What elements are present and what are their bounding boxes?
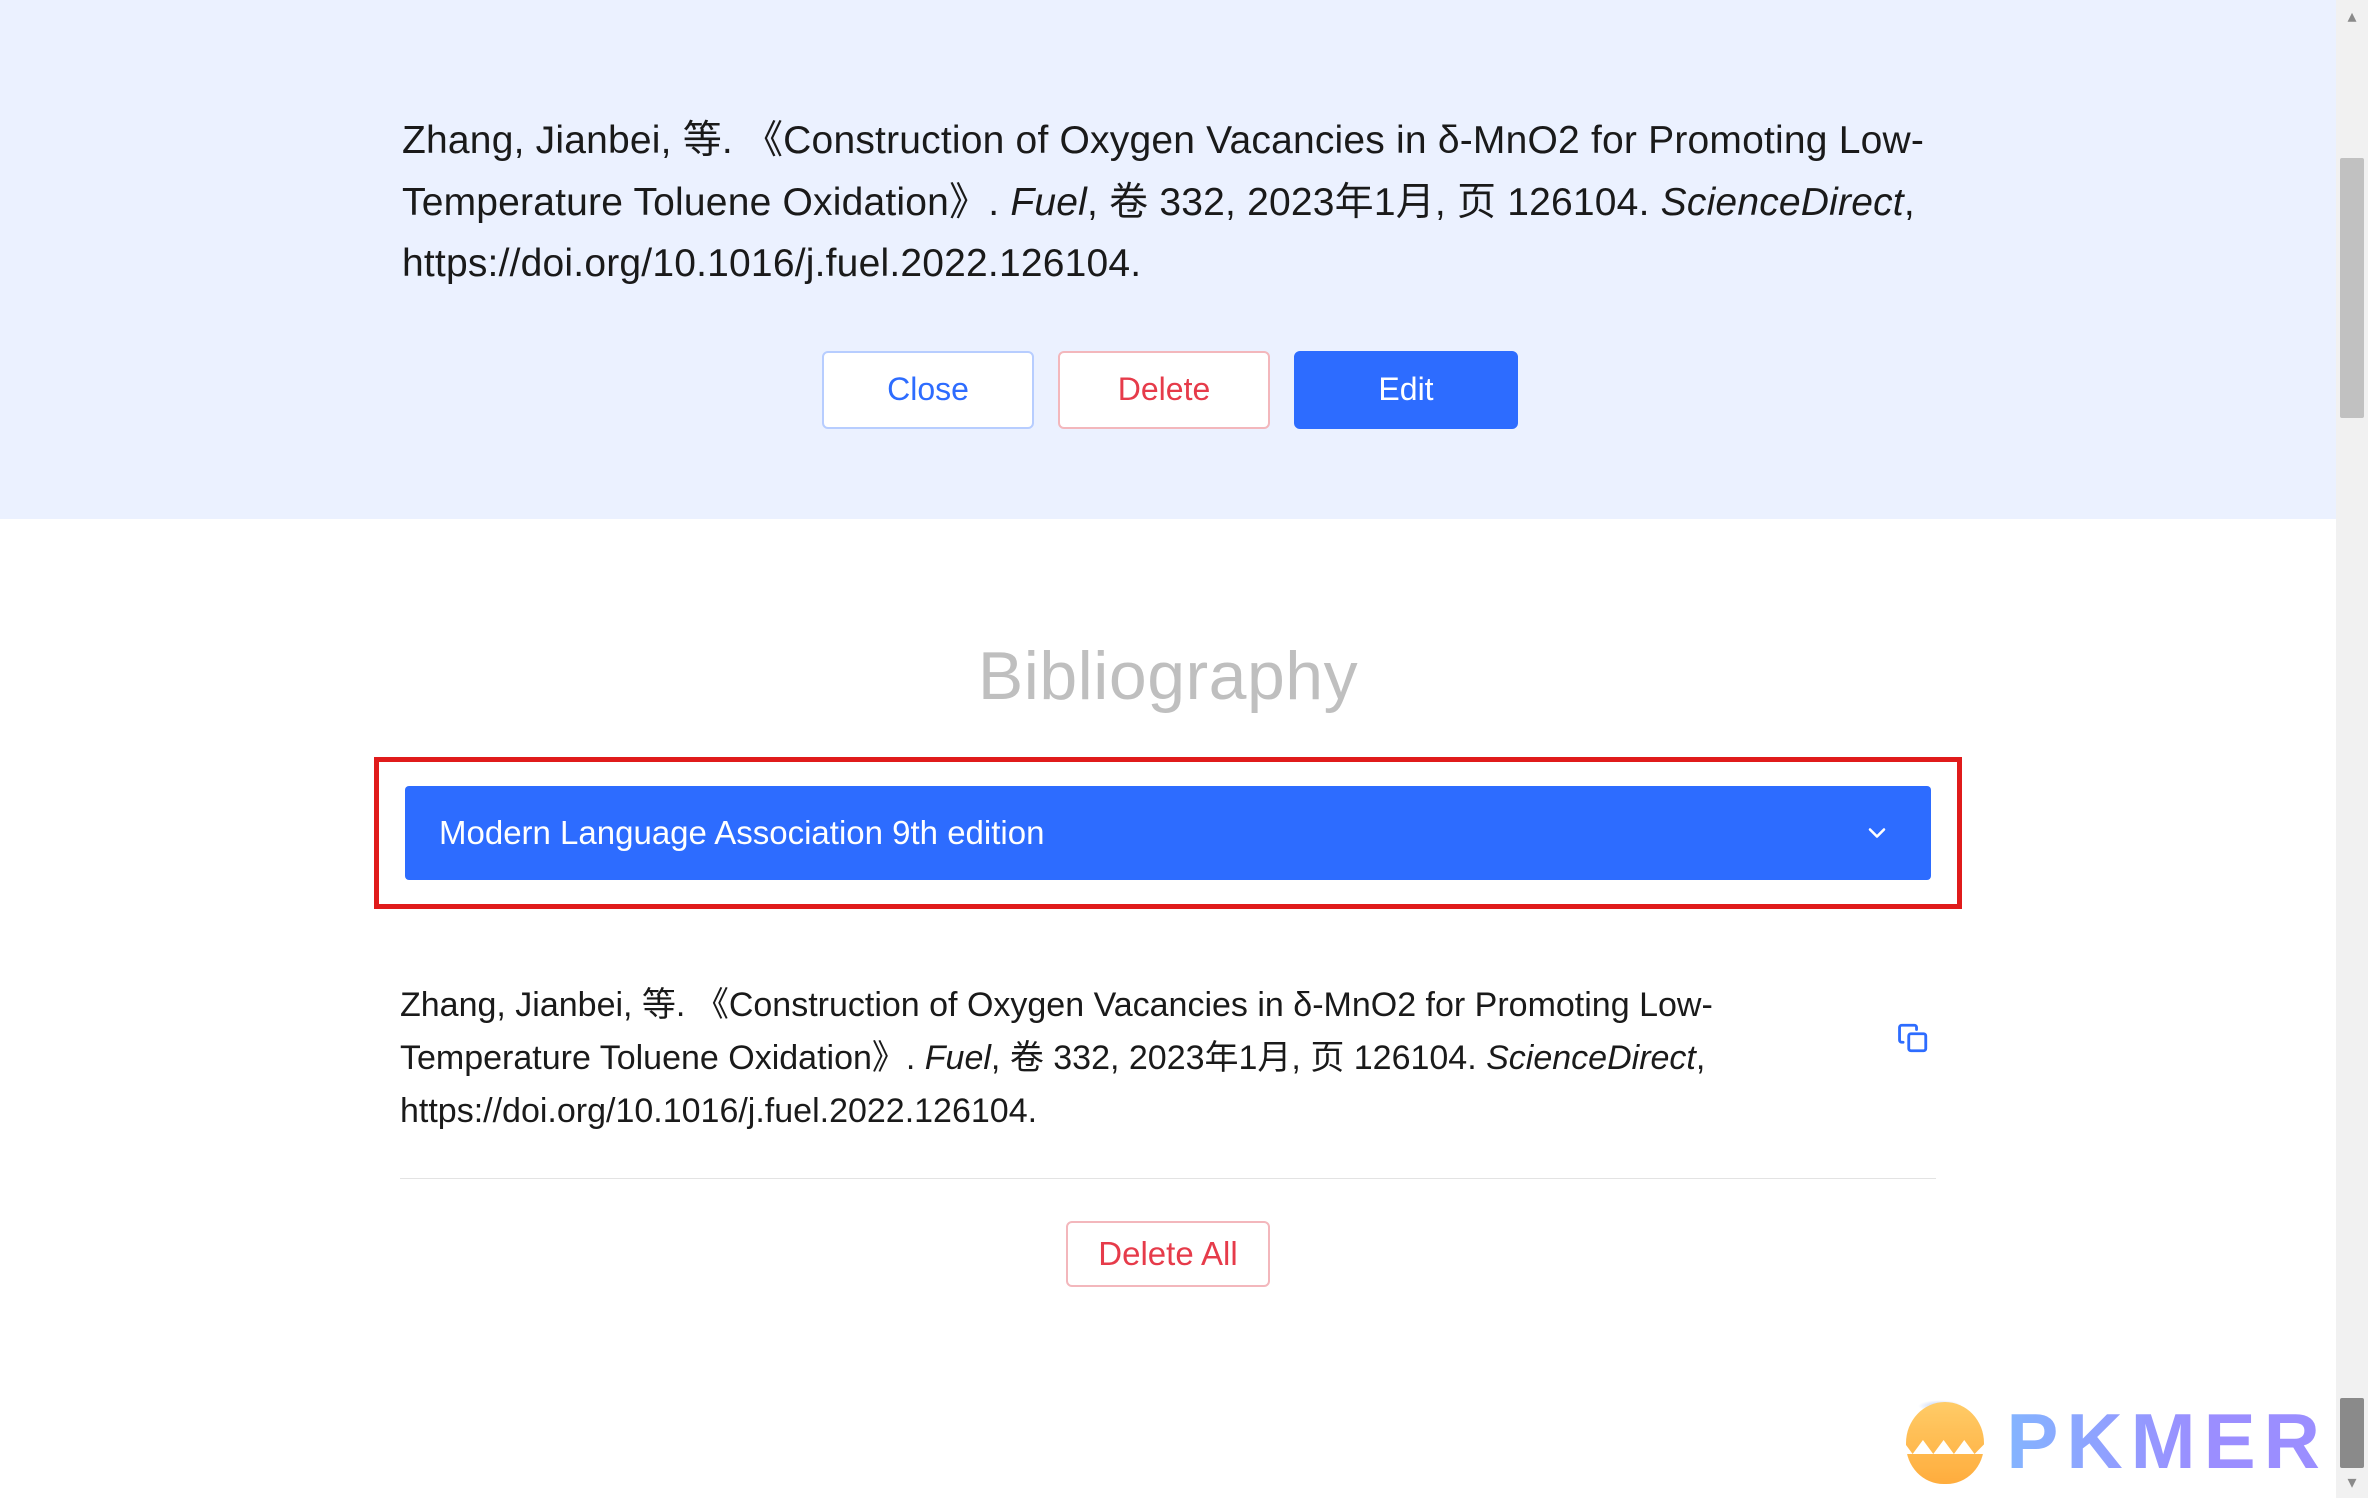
bib-source: ScienceDirect <box>1486 1039 1696 1077</box>
bibliography-entry-text: Zhang, Jianbei, 等. 《Construction of Oxyg… <box>400 979 1856 1138</box>
citation-button-row: Close Delete Edit <box>402 351 1938 429</box>
scrollbar-track[interactable] <box>2336 30 2368 1468</box>
chevron-down-icon <box>1863 819 1891 847</box>
citation-mid: , 卷 332, 2023年1月, 页 126104. <box>1087 181 1661 224</box>
citation-source: ScienceDirect <box>1661 181 1904 224</box>
bib-journal: Fuel <box>925 1039 991 1077</box>
bibliography-title: Bibliography <box>0 637 2336 715</box>
delete-all-button[interactable]: Delete All <box>1066 1221 1269 1287</box>
scroll-down-arrow-icon[interactable]: ▾ <box>2338 1468 2366 1496</box>
citation-style-selected: Modern Language Association 9th edition <box>439 814 1044 852</box>
scroll-up-arrow-icon[interactable]: ▴ <box>2338 2 2366 30</box>
bibliography-entry: Zhang, Jianbei, 等. 《Construction of Oxyg… <box>400 949 1936 1179</box>
copy-icon[interactable] <box>1896 979 1936 1055</box>
scrollbar-thumb-secondary[interactable] <box>2340 1398 2364 1468</box>
edit-button[interactable]: Edit <box>1294 351 1518 429</box>
citation-style-dropdown[interactable]: Modern Language Association 9th edition <box>405 786 1931 880</box>
citation-journal: Fuel <box>1010 181 1087 224</box>
scrollbar-thumb[interactable] <box>2340 158 2364 418</box>
citation-text: Zhang, Jianbei, 等. 《Construction of Oxyg… <box>402 110 1938 295</box>
bib-mid: , 卷 332, 2023年1月, 页 126104. <box>991 1039 1486 1077</box>
bibliography-list: Zhang, Jianbei, 等. 《Construction of Oxyg… <box>400 949 1936 1287</box>
citation-style-highlight: Modern Language Association 9th edition <box>374 757 1962 909</box>
vertical-scrollbar[interactable]: ▴ ▾ <box>2336 0 2368 1498</box>
pkmer-logo-icon <box>1898 1394 1992 1488</box>
citation-card: Zhang, Jianbei, 等. 《Construction of Oxyg… <box>0 0 2336 519</box>
pkmer-watermark-text: PKMER <box>2006 1396 2328 1487</box>
close-button[interactable]: Close <box>822 351 1034 429</box>
delete-button[interactable]: Delete <box>1058 351 1270 429</box>
pkmer-watermark: PKMER <box>1898 1394 2328 1488</box>
